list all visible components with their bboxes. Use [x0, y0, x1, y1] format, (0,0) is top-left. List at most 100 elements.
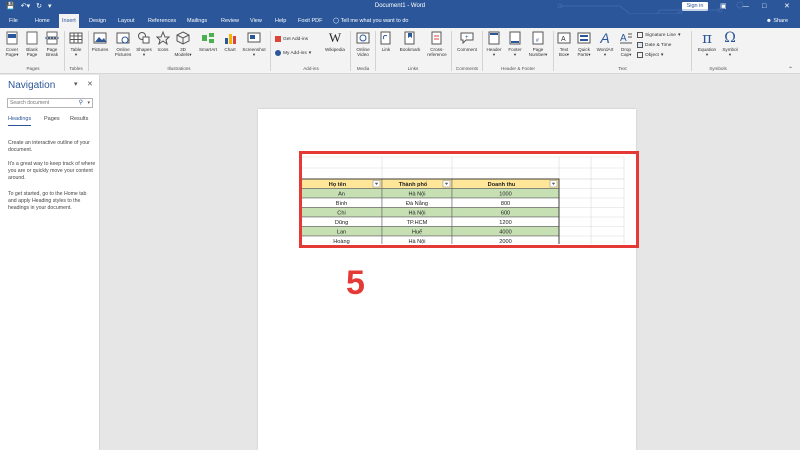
text-box-button[interactable]: A Text Box▾	[555, 31, 573, 57]
tab-help[interactable]: Help	[272, 14, 289, 28]
tab-foxit-pdf[interactable]: Foxit PDF	[295, 14, 325, 28]
navigation-pane: Navigation ▾ ✕ Search document ⚲ ▾ Headi…	[0, 75, 100, 450]
tab-design[interactable]: Design	[86, 14, 109, 28]
group-tables-label: Tables	[69, 66, 83, 71]
tab-review[interactable]: Review	[218, 14, 242, 28]
blank-page-label-2: Page	[26, 52, 38, 58]
restore-icon[interactable]: □	[762, 2, 766, 11]
tab-insert[interactable]: Insert	[59, 14, 79, 28]
comment-button[interactable]: + Comment	[453, 31, 481, 52]
3d-models-label-2: Models	[174, 52, 190, 58]
date-time-button[interactable]: Date & Time	[637, 42, 671, 48]
tab-view[interactable]: View	[247, 14, 265, 28]
online-video-button[interactable]: Online Video	[352, 31, 374, 57]
smartart-label: SmartArt	[198, 47, 218, 52]
drop-cap-icon: A	[620, 33, 632, 44]
chart-icon	[225, 34, 236, 44]
tab-home[interactable]: Home	[32, 14, 53, 28]
nav-help-text-1: Create an interactive outline of your do…	[8, 140, 90, 153]
svg-text:#: #	[536, 38, 539, 44]
page-number-icon: #	[532, 31, 544, 45]
quick-parts-button[interactable]: Quick Parts▾	[574, 31, 594, 57]
ribbon-separator	[451, 31, 452, 71]
share-button[interactable]: ☻ Share	[766, 14, 788, 28]
navigation-title: Navigation	[8, 80, 56, 91]
smartart-button[interactable]: SmartArt	[196, 31, 220, 52]
page-number-button[interactable]: # Page Number▾	[526, 31, 550, 57]
group-symbols-label: Symbols	[709, 66, 727, 71]
group-addins-label: Add-ins	[303, 66, 319, 71]
signature-line-button[interactable]: Signature Line ▾	[637, 32, 680, 38]
date-time-label: Date & Time	[645, 42, 672, 48]
table-button[interactable]: Table ▾	[66, 31, 86, 57]
tab-pages[interactable]: Pages	[44, 116, 60, 122]
tab-references[interactable]: References	[145, 14, 179, 28]
chart-button[interactable]: Chart	[221, 31, 239, 52]
addins-icon	[275, 50, 281, 56]
cover-page-button[interactable]: Cover Page▾	[3, 31, 21, 57]
pictures-label: Pictures	[91, 47, 109, 52]
bookmark-button[interactable]: Bookmark	[396, 31, 424, 52]
video-icon	[356, 32, 370, 44]
online-pictures-button[interactable]: Online Pictures	[112, 31, 134, 57]
collapse-ribbon-icon[interactable]: ⌃	[788, 66, 793, 73]
pane-options-icon[interactable]: ▾	[74, 80, 78, 88]
group-links-label: Links	[407, 66, 419, 71]
pictures-icon	[93, 32, 107, 44]
ribbon-display-icon[interactable]: ▣	[720, 2, 727, 11]
page-break-button[interactable]: Page Break	[43, 31, 61, 57]
footer-button[interactable]: Footer ▾	[505, 31, 525, 57]
equation-button[interactable]: π Equation ▾	[694, 29, 720, 58]
cross-reference-button[interactable]: Cross- reference	[424, 31, 450, 57]
3d-models-button[interactable]: 3D Models▾	[173, 31, 193, 57]
link-button[interactable]: Link	[377, 31, 395, 52]
title-bar: 💾 ↶▾ ↻ ▾ Document1 - Word Sign in ▣ — □ …	[0, 0, 800, 14]
group-header-footer-label: Header & Footer	[501, 66, 535, 71]
my-addins-button[interactable]: My Add-ins ▾	[275, 50, 311, 56]
blank-page-button[interactable]: Blank Page	[23, 31, 41, 57]
icons-button[interactable]: Icons	[154, 31, 172, 52]
search-icon[interactable]: ⚲	[79, 99, 83, 107]
person-icon: ☻	[766, 18, 772, 24]
header-button[interactable]: Header ▾	[484, 31, 504, 57]
screenshot-label: Screenshot	[242, 47, 266, 52]
screenshot-button[interactable]: Screenshot ▾	[240, 31, 268, 57]
wordart-label: WordArt	[596, 47, 614, 52]
tab-results[interactable]: Results	[70, 116, 88, 122]
search-document-input[interactable]: Search document ⚲ ▾	[7, 98, 93, 108]
footer-icon	[509, 31, 521, 45]
shapes-button[interactable]: Shapes ▾	[134, 31, 154, 57]
get-addins-button[interactable]: Get Add-ins	[275, 36, 308, 42]
ribbon-separator	[375, 31, 376, 71]
bookmark-label: Bookmark	[399, 47, 421, 52]
pane-close-icon[interactable]: ✕	[87, 80, 93, 88]
tab-headings[interactable]: Headings	[8, 116, 32, 126]
wikipedia-button[interactable]: W Wikipedia	[321, 31, 349, 53]
page-break-label-2: Break	[45, 52, 58, 58]
get-addins-label: Get Add-ins	[283, 36, 309, 42]
footer-label: Footer	[508, 47, 522, 52]
ribbon: Cover Page▾ Blank Page Page Break Pages …	[0, 28, 800, 74]
pi-icon: π	[702, 29, 712, 47]
ribbon-tab-row: File Home Insert Design Layout Reference…	[0, 14, 800, 28]
tab-mailings[interactable]: Mailings	[184, 14, 210, 28]
tab-file[interactable]: File	[6, 14, 21, 28]
text-box-label-2: Box	[558, 52, 567, 58]
group-text-label: Text	[618, 66, 627, 71]
tell-me-box[interactable]: ◯ Tell me what you want to do	[333, 14, 408, 28]
drop-cap-button[interactable]: A Drop Cap▾	[617, 31, 635, 57]
wordart-button[interactable]: A WordArt ▾	[594, 31, 616, 57]
pictures-button[interactable]: Pictures	[89, 31, 111, 52]
sign-in-button[interactable]: Sign in	[682, 2, 708, 11]
tab-layout[interactable]: Layout	[115, 14, 138, 28]
signature-line-label: Signature Line	[645, 32, 676, 38]
object-button[interactable]: Object ▾	[637, 52, 663, 58]
online-pictures-label-2: Pictures	[114, 52, 132, 58]
close-icon[interactable]: ✕	[784, 2, 790, 11]
search-options-icon[interactable]: ▾	[87, 99, 90, 107]
ribbon-separator	[350, 31, 351, 71]
symbol-button[interactable]: Ω Symbol ▾	[719, 31, 741, 57]
link-icon	[380, 31, 391, 45]
minimize-icon[interactable]: —	[742, 2, 749, 11]
store-icon	[275, 36, 281, 42]
